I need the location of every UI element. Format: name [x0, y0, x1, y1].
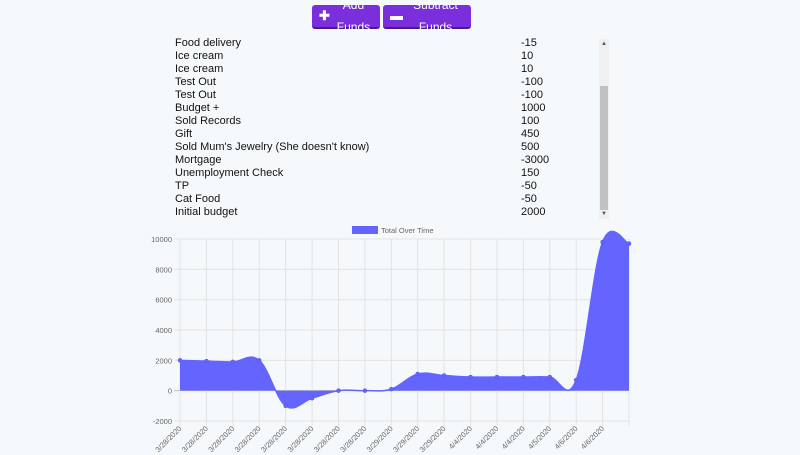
transaction-row: Initial budget 2000	[175, 206, 600, 218]
transaction-amount: -100	[521, 89, 544, 101]
transaction-name: Ice cream	[175, 63, 224, 75]
data-point	[415, 371, 420, 377]
x-tick-label: 3/28/2020	[206, 424, 236, 454]
data-point	[309, 396, 315, 401]
x-tick-label: 3/28/2020	[338, 424, 368, 454]
transaction-row: Ice cream 10	[175, 63, 600, 76]
transaction-amount: 2000	[521, 206, 546, 218]
transaction-row: TP -50	[175, 180, 600, 193]
data-point	[547, 374, 553, 380]
y-tick-label: 0	[168, 387, 172, 396]
transaction-amount: -15	[521, 37, 537, 49]
transaction-row: Budget + 1000	[175, 102, 600, 115]
y-tick-label: -2000	[153, 417, 172, 426]
y-tick-label: 10000	[151, 235, 172, 244]
transaction-name: Budget +	[175, 102, 220, 114]
transaction-row: Ice cream 10	[175, 50, 600, 63]
data-point	[336, 388, 341, 393]
transaction-name: Test Out	[175, 76, 216, 88]
transaction-name: Sold Records	[175, 115, 242, 127]
legend-swatch	[352, 226, 378, 234]
x-tick-label: 4/4/2020	[473, 424, 500, 451]
transaction-name: TP	[175, 180, 190, 192]
transaction-row: Test Out -100	[175, 76, 600, 89]
transaction-row: Sold Records 100	[175, 115, 600, 128]
subtract-funds-label: Subtract Funds	[413, 0, 458, 34]
scroll-down-arrow-icon[interactable]: ▼	[599, 209, 609, 219]
transaction-row: Mortgage -3000	[175, 154, 600, 167]
total-over-time-chart: Total Over Time -2000 0 2000 4000 6000 8000 100…	[151, 226, 632, 454]
transaction-name: Food delivery	[175, 37, 242, 49]
data-point	[626, 241, 632, 246]
x-tick-label: 3/28/2020	[286, 424, 316, 454]
y-tick-label: 4000	[155, 326, 172, 335]
minus-icon: ▬	[390, 8, 403, 23]
transaction-amount: -3000	[521, 154, 550, 166]
x-tick-label: 3/29/2020	[418, 424, 448, 454]
x-tick-label: 3/28/2020	[233, 424, 263, 454]
x-tick-label: 4/4/2020	[500, 424, 527, 451]
x-tick-label: 3/28/2020	[153, 424, 183, 454]
scroll-up-arrow-icon[interactable]: ▲	[599, 39, 609, 49]
transaction-name: Unemployment Check	[175, 167, 284, 179]
transaction-amount: 10	[521, 50, 534, 62]
data-point	[573, 377, 579, 383]
plus-icon: ✚	[319, 8, 330, 23]
legend-label: Total Over Time	[381, 226, 434, 235]
x-tick-label: 4/6/2020	[579, 424, 606, 451]
x-tick-label: 4/5/2020	[526, 424, 553, 451]
transaction-list[interactable]: Food delivery -15 Ice cream 10 Ice cream 10 Te…	[175, 37, 600, 218]
transaction-row: Test Out -100	[175, 89, 600, 102]
transaction-amount: -50	[521, 193, 537, 205]
y-tick-label: 2000	[155, 356, 172, 365]
transaction-row: Unemployment Check 150	[175, 167, 600, 180]
transaction-amount: 450	[521, 128, 540, 140]
transaction-name: Cat Food	[175, 193, 221, 205]
transaction-row: Gift 450	[175, 128, 600, 141]
transaction-row: Sold Mum's Jewelry (She doesn't know) 500	[175, 141, 600, 154]
data-point	[600, 239, 605, 245]
data-point	[362, 388, 368, 393]
add-funds-button[interactable]: ✚ Add Funds	[312, 0, 380, 34]
scrollbar-thumb[interactable]	[600, 86, 608, 210]
transaction-amount: 150	[521, 167, 540, 179]
data-point	[468, 374, 473, 380]
x-tick-label: 3/28/2020	[259, 424, 289, 454]
data-point	[494, 374, 500, 380]
add-funds-label: Add Funds	[336, 0, 371, 34]
data-point	[204, 358, 209, 364]
x-tick-label: 4/6/2020	[553, 424, 580, 451]
transaction-name: Initial budget	[175, 206, 238, 218]
transaction-name: Gift	[175, 128, 193, 140]
data-point	[389, 386, 394, 392]
x-tick-label: 3/28/2020	[180, 424, 210, 454]
y-tick-label: 6000	[155, 296, 172, 305]
x-tick-label: 3/28/2020	[312, 424, 342, 454]
transaction-amount: 100	[521, 115, 540, 127]
transaction-name: Sold Mum's Jewelry (She doesn't know)	[175, 141, 370, 153]
x-tick-label: 3/29/2020	[365, 424, 395, 454]
data-point	[521, 374, 526, 380]
data-point	[283, 403, 288, 409]
transaction-amount: 1000	[521, 102, 546, 114]
data-point	[441, 373, 447, 378]
y-tick-label: 8000	[155, 265, 172, 274]
transaction-amount: -100	[521, 76, 544, 88]
transaction-amount: 10	[521, 63, 534, 75]
x-tick-label: 3/29/2020	[391, 424, 421, 454]
transaction-scrollbar[interactable]: ▲ ▼	[599, 39, 609, 219]
transaction-name: Test Out	[175, 89, 216, 101]
transaction-amount: 500	[521, 141, 540, 153]
transaction-amount: -50	[521, 180, 537, 192]
transaction-row: Cat Food -50	[175, 193, 600, 206]
subtract-funds-button[interactable]: ▬ Subtract Funds	[383, 0, 471, 34]
transaction-name: Mortgage	[175, 154, 222, 166]
data-point	[177, 358, 183, 363]
data-point	[256, 358, 262, 363]
data-point	[230, 359, 236, 365]
transaction-row: Food delivery -15	[175, 37, 600, 50]
x-tick-label: 4/4/2020	[447, 424, 474, 451]
transaction-name: Ice cream	[175, 50, 224, 62]
